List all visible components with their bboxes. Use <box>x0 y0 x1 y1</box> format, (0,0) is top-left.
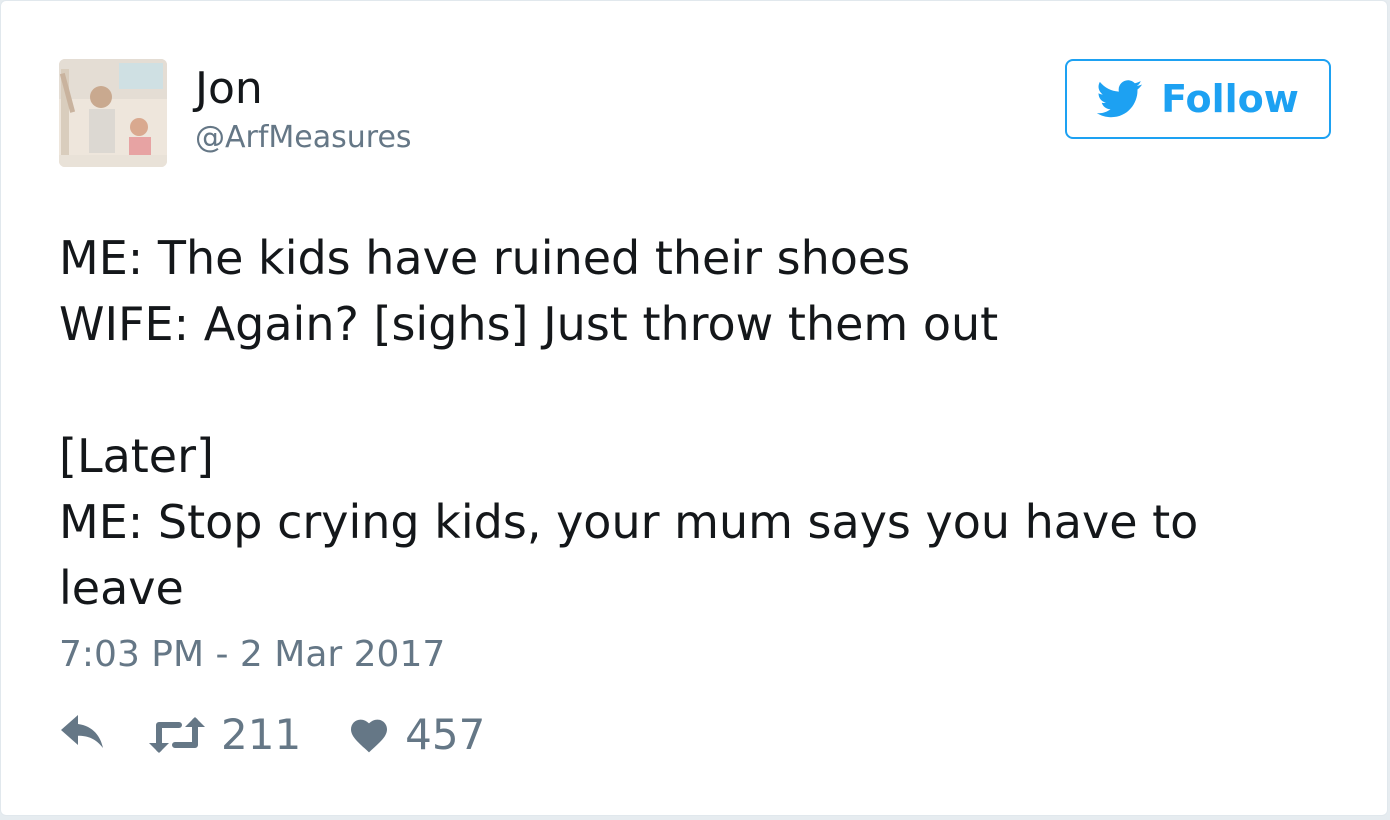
retweet-button[interactable]: 211 <box>149 707 301 763</box>
author-handle[interactable]: @ArfMeasures <box>195 119 412 157</box>
retweet-count: 211 <box>221 710 302 759</box>
tweet-actions: 211 457 <box>59 707 485 763</box>
tweet-card: Jon @ArfMeasures Follow ME: The kids hav… <box>0 0 1388 816</box>
like-button[interactable]: 457 <box>349 707 485 763</box>
tweet-line: [Later] <box>59 429 214 483</box>
tweet-timestamp[interactable]: 7:03 PM - 2 Mar 2017 <box>59 631 445 679</box>
reply-icon <box>59 715 107 755</box>
tweet-line: ME: The kids have ruined their shoes <box>59 231 911 285</box>
tweet-line: leave <box>59 561 184 615</box>
heart-icon <box>349 717 389 753</box>
twitter-bird-icon <box>1096 80 1143 118</box>
avatar[interactable] <box>59 59 167 167</box>
author-name[interactable]: Jon <box>195 63 263 115</box>
reply-button[interactable] <box>59 715 107 755</box>
like-count: 457 <box>405 710 486 759</box>
tweet-line <box>59 357 1319 423</box>
tweet-line: WIFE: Again? [sighs] Just throw them out <box>59 297 999 351</box>
follow-button[interactable]: Follow <box>1065 59 1331 139</box>
tweet-text: ME: The kids have ruined their shoes WIF… <box>59 225 1319 621</box>
follow-label: Follow <box>1161 77 1299 121</box>
tweet-line: ME: Stop crying kids, your mum says you … <box>59 495 1199 549</box>
retweet-icon <box>149 715 205 755</box>
